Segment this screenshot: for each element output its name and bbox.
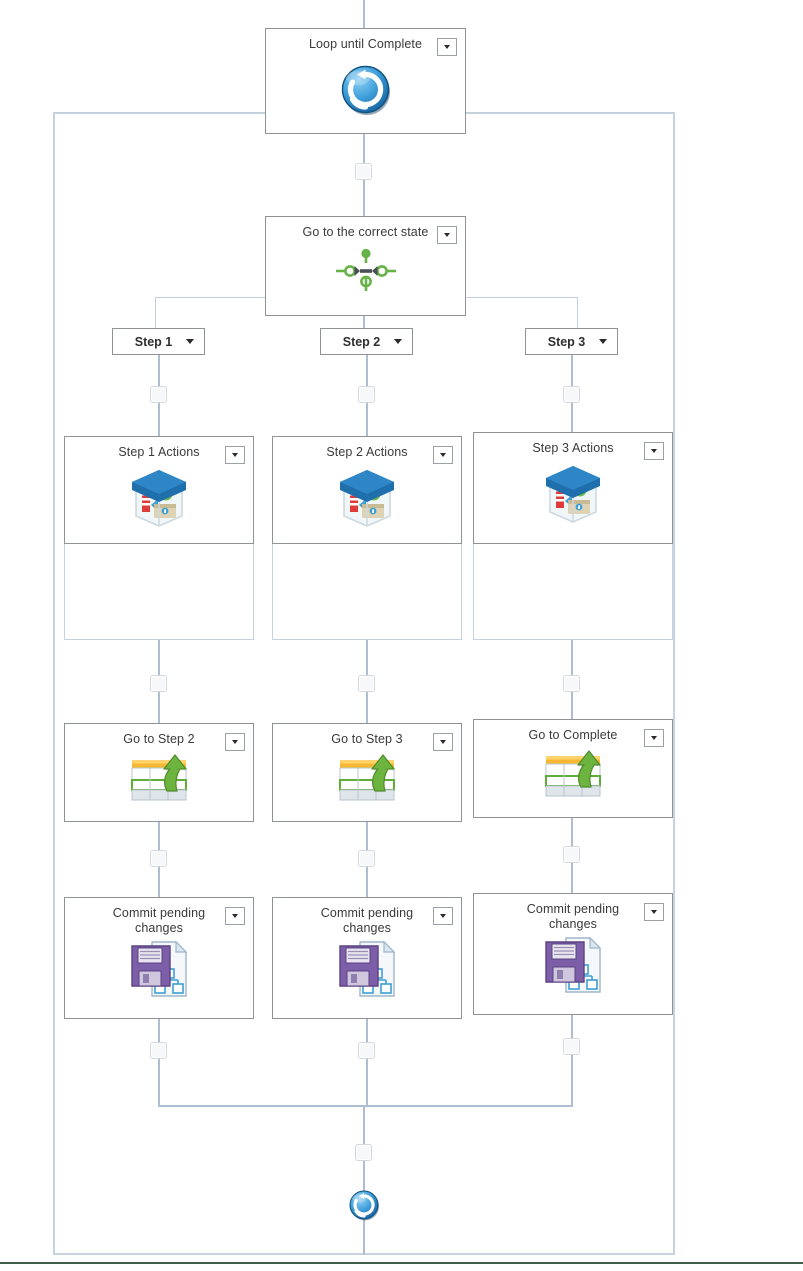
connector-loop-top-left	[53, 112, 265, 113]
go-to-correct-state-node[interactable]: Go to the correct state	[265, 216, 466, 316]
step-3-actions-label: Step 3 Actions	[532, 441, 614, 455]
actions-box-icon	[65, 464, 253, 530]
step-2-actions-node[interactable]: Step 2 Actions	[272, 436, 462, 544]
commit-pending-changes-dropdown-2[interactable]	[433, 907, 453, 925]
connector-footer-tail	[363, 1215, 365, 1255]
branch-chip-step-1-label: Step 1	[134, 334, 173, 349]
go-to-step-2-dropdown[interactable]	[225, 733, 245, 751]
workflow-canvas: Loop until Complete Go to the correct st…	[0, 0, 803, 1271]
loop-until-complete-label: Loop until Complete	[308, 37, 423, 51]
branch-chip-step-1[interactable]: Step 1	[112, 328, 205, 355]
actions-box-icon	[474, 460, 672, 526]
insert-step-button-c3-b[interactable]	[563, 675, 580, 692]
connector-branch-bus-left	[155, 297, 267, 298]
step-3-actions-dropdown[interactable]	[644, 442, 664, 460]
connector-merge-bus	[158, 1105, 573, 1107]
connector-branch-bus-right	[464, 297, 578, 298]
go-to-correct-state-label: Go to the correct state	[302, 225, 429, 239]
goto-table-arrow-icon	[273, 751, 461, 807]
save-document-icon	[273, 938, 461, 1002]
branch-chip-step-2-label: Step 2	[342, 334, 381, 349]
go-to-step-3-dropdown[interactable]	[433, 733, 453, 751]
goto-table-arrow-icon	[65, 751, 253, 807]
insert-step-button-c3-d[interactable]	[563, 1038, 580, 1055]
connector-entry	[363, 0, 365, 30]
commit-pending-changes-dropdown-1[interactable]	[225, 907, 245, 925]
save-document-icon	[65, 938, 253, 1002]
insert-step-button-c1-c[interactable]	[150, 850, 167, 867]
loop-refresh-icon	[266, 62, 465, 118]
step-1-actions-node[interactable]: Step 1 Actions	[64, 436, 254, 544]
insert-step-button-c3-c[interactable]	[563, 846, 580, 863]
commit-pending-changes-node-1[interactable]: Commit pending changes	[64, 897, 254, 1019]
loop-until-complete-dropdown[interactable]	[437, 38, 457, 56]
connector-loop-top-right	[466, 112, 675, 113]
insert-step-button-c2-c[interactable]	[358, 850, 375, 867]
commit-pending-changes-node-3[interactable]: Commit pending changes	[473, 893, 673, 1015]
loop-refresh-small-icon	[348, 1189, 380, 1221]
connector-c2-to-merge	[366, 1019, 368, 1107]
connector-c1-to-merge	[158, 1019, 160, 1107]
chevron-down-icon[interactable]	[394, 339, 402, 344]
branch-chip-step-3[interactable]: Step 3	[525, 328, 618, 355]
connector-branch-drop-right	[577, 297, 578, 329]
actions-box-icon	[273, 464, 461, 530]
chevron-down-icon[interactable]	[186, 339, 194, 344]
insert-step-button-1[interactable]	[355, 163, 372, 180]
connector-branch-drop-left	[155, 297, 156, 329]
bottom-divider	[0, 1262, 803, 1264]
commit-pending-changes-label-3: Commit pending changes	[526, 902, 620, 931]
connector-switch-to-step2	[363, 315, 365, 329]
go-to-step-2-node[interactable]: Go to Step 2	[64, 723, 254, 822]
insert-step-button-c2-a[interactable]	[358, 386, 375, 403]
insert-step-button-c3-a[interactable]	[563, 386, 580, 403]
commit-pending-changes-node-2[interactable]: Commit pending changes	[272, 897, 462, 1019]
goto-table-arrow-icon	[474, 747, 672, 803]
go-to-correct-state-dropdown[interactable]	[437, 226, 457, 244]
branch-chip-step-2[interactable]: Step 2	[320, 328, 413, 355]
go-to-complete-node[interactable]: Go to Complete	[473, 719, 673, 818]
insert-step-button-footer[interactable]	[355, 1144, 372, 1161]
loop-until-complete-node[interactable]: Loop until Complete	[265, 28, 466, 134]
insert-step-button-c1-d[interactable]	[150, 1042, 167, 1059]
branch-chip-step-3-label: Step 3	[547, 334, 586, 349]
save-document-icon	[474, 934, 672, 998]
connector-c3-to-merge	[571, 1015, 573, 1107]
step-3-actions-node[interactable]: Step 3 Actions	[473, 432, 673, 544]
state-switch-icon	[266, 246, 465, 296]
commit-pending-changes-dropdown-3[interactable]	[644, 903, 664, 921]
go-to-step-3-node[interactable]: Go to Step 3	[272, 723, 462, 822]
step-1-actions-dropdown[interactable]	[225, 446, 245, 464]
chevron-down-icon[interactable]	[599, 339, 607, 344]
step-2-actions-dropdown[interactable]	[433, 446, 453, 464]
insert-step-button-c2-b[interactable]	[358, 675, 375, 692]
insert-step-button-c2-d[interactable]	[358, 1042, 375, 1059]
go-to-complete-label: Go to Complete	[528, 728, 618, 742]
go-to-complete-dropdown[interactable]	[644, 729, 664, 747]
insert-step-button-c1-a[interactable]	[150, 386, 167, 403]
insert-step-button-c1-b[interactable]	[150, 675, 167, 692]
